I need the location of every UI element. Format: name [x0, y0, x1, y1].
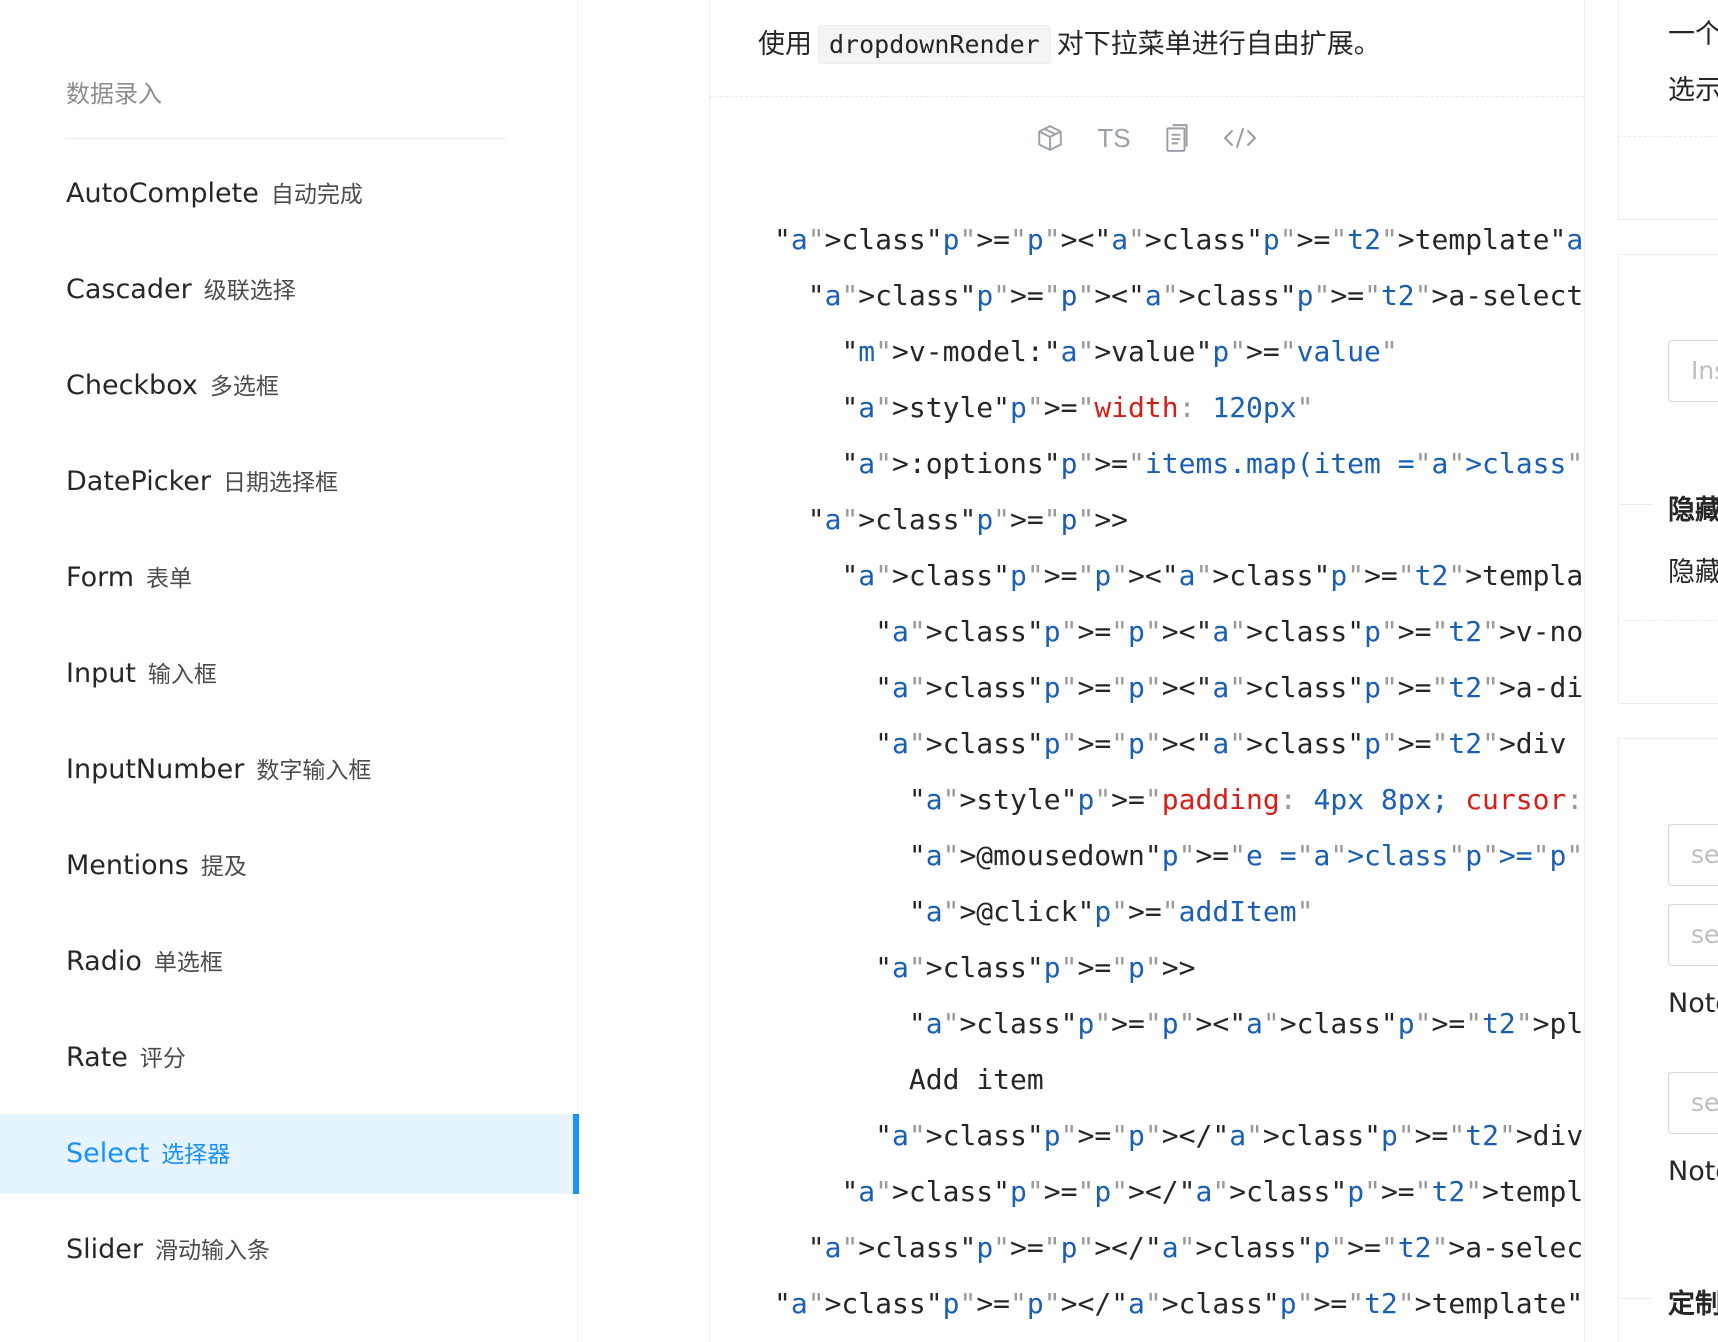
right-text-3: 隐藏	[1668, 557, 1718, 588]
right-select-1[interactable]: se	[1668, 824, 1718, 886]
right-note-1: Note	[1668, 988, 1718, 1019]
code-line: "a">class"p">="p"></"a">class"p">="t2">t…	[774, 1287, 1584, 1320]
typescript-toggle[interactable]: TS	[1097, 123, 1130, 154]
copy-icon[interactable]	[1165, 123, 1189, 153]
code-line: "a">class"p">="p"><"a">class"p">="t2">a-…	[875, 671, 1584, 704]
desc-text-before: 使用	[758, 29, 812, 60]
sidebar-item-label: Radio	[66, 946, 142, 977]
right-note-2: Note	[1668, 1156, 1718, 1187]
sidebar-item-label: DatePicker	[66, 466, 211, 497]
code-line: "a">class"p">="p"></"a">class"p">="t2">d…	[875, 1119, 1584, 1152]
sidebar-item-sublabel: 级联选择	[203, 278, 296, 304]
demo-description: 使用 dropdownRender 对下拉菜单进行自由扩展。	[758, 22, 1381, 64]
right-heading-2: 定制	[1668, 1289, 1718, 1320]
code-line: "a">class"p">="p"><"a">class"p">="t2">di…	[875, 727, 1567, 760]
code-line: "a">class"p">="p"><"a">class"p">="t2">pl…	[908, 1007, 1584, 1040]
code-line: Add item	[774, 1063, 1044, 1096]
right-dash-1	[1618, 136, 1718, 137]
right-section-line-2	[1618, 1298, 1652, 1299]
sidebar-item-radio[interactable]: Radio 单选框	[0, 922, 578, 1002]
sidebar-item-sublabel: 滑动输入条	[155, 1238, 270, 1264]
codesandbox-icon[interactable]	[1037, 124, 1063, 152]
sidebar-item-label: Slider	[66, 1234, 143, 1265]
sidebar-item-label: Form	[66, 562, 135, 593]
sidebar-item-form[interactable]: Form 表单	[0, 538, 578, 618]
right-text-1: 一个	[1668, 19, 1718, 50]
sidebar-item-sublabel: 提及	[200, 854, 247, 880]
desc-inline-code: dropdownRender	[818, 25, 1051, 64]
code-line: "a">class"p">="p"><"a">class"p">="t2">te…	[841, 559, 1584, 592]
sidebar-item-sublabel: 选择器	[161, 1142, 231, 1168]
sidebar-item-inputnumber[interactable]: InputNumber 数字输入框	[0, 730, 578, 810]
sidebar-item-mentions[interactable]: Mentions 提及	[0, 826, 578, 906]
sidebar-item-sublabel: 数字输入框	[256, 758, 372, 784]
code-line: "a">style"p">="padding: 4px 8px; cursor:…	[908, 783, 1584, 816]
demo-divider	[710, 96, 1584, 97]
code-line: "a">class"p">="p">>	[807, 503, 1129, 536]
code-line: "a">class"p">="p"></"a">class"p">="t2">t…	[841, 1175, 1584, 1208]
right-panel: 一个 选示 Ins 隐藏 隐藏 se se Note se Note 定制	[1618, 0, 1718, 1342]
sidebar-item-label: Select	[66, 1138, 150, 1169]
expand-code-icon[interactable]	[1223, 126, 1257, 150]
sidebar-item-cascader[interactable]: Cascader 级联选择	[0, 250, 578, 330]
sidebar-item-select[interactable]: Select 选择器	[0, 1114, 579, 1194]
code-line: "a">class"p">="p"><"a">class"p">="t2">v-…	[875, 615, 1584, 648]
sidebar-item-sublabel: 自动完成	[270, 182, 363, 208]
sidebar-item-sublabel: 评分	[139, 1046, 186, 1072]
sidebar-item-label: Cascader	[66, 274, 192, 305]
code-line: "a">class"p">="p"></"a">class"p">="t2">a…	[807, 1231, 1585, 1264]
sidebar-item-sublabel: 单选框	[153, 950, 223, 976]
right-dash-2	[1618, 620, 1718, 621]
right-select-2[interactable]: se	[1668, 904, 1718, 966]
sidebar-item-label: Checkbox	[66, 370, 198, 401]
code-line: "a">class"p">="p"><"a">class"p">="t2">a-…	[807, 279, 1584, 312]
sidebar-item-label: Rate	[66, 1042, 128, 1073]
sidebar-item-datepicker[interactable]: DatePicker 日期选择框	[0, 442, 578, 522]
sidebar-menu: AutoComplete 自动完成 Cascader 级联选择 Checkbox 多选框 D…	[0, 154, 579, 1306]
right-heading-1: 隐藏	[1668, 495, 1718, 526]
sidebar-item-autocomplete[interactable]: AutoComplete 自动完成	[0, 154, 578, 234]
right-input[interactable]: Ins	[1668, 340, 1718, 402]
sidebar-item-sublabel: 日期选择框	[222, 470, 338, 496]
code-line: "a">class"p">="p">>	[875, 951, 1196, 984]
menu-group-title: 数据录入	[66, 80, 162, 108]
sidebar-item-label: Mentions	[66, 850, 189, 881]
code-demo-card: 使用 dropdownRender 对下拉菜单进行自由扩展。 TS "a">cl…	[709, 0, 1585, 1342]
code-actions-bar: TS	[710, 118, 1584, 158]
right-section-line-1	[1618, 504, 1652, 505]
sidebar-item-label: InputNumber	[66, 754, 245, 785]
right-text-2: 选示	[1668, 75, 1718, 106]
code-line: "m">v-model:"a">value"p">="value"	[841, 335, 1398, 368]
sidebar-item-input[interactable]: Input 输入框	[0, 634, 578, 714]
desc-text-after: 对下拉菜单进行自由扩展。	[1056, 29, 1381, 60]
sidebar-item-sublabel: 表单	[146, 566, 193, 592]
code-line: "a">:options"p">="items.map(item ="a">cl…	[841, 447, 1584, 480]
sidebar-item-rate[interactable]: Rate 评分	[0, 1018, 578, 1098]
sidebar-item-label: AutoComplete	[66, 178, 259, 209]
sidebar-item-sublabel: 输入框	[147, 662, 217, 688]
sidebar-item-label: Input	[66, 658, 136, 689]
sidebar-item-checkbox[interactable]: Checkbox 多选框	[0, 346, 578, 426]
sidebar-item-slider[interactable]: Slider 滑动输入条	[0, 1210, 578, 1290]
code-line: "a">style"p">="width: 120px"	[841, 391, 1314, 424]
sidebar-item-sublabel: 多选框	[209, 374, 279, 400]
code-line: "a">@mousedown"p">="e ="a">class"p">="p"…	[908, 839, 1584, 872]
menu-group-divider	[66, 138, 506, 139]
code-block: "a">class"p">="p"><"a">class"p">="t2">te…	[774, 212, 1585, 1332]
sidebar: 数据录入 AutoComplete 自动完成 Cascader 级联选择 Checkbo…	[0, 0, 579, 1342]
right-card-2	[1618, 254, 1718, 704]
code-line: "a">@click"p">="addItem"	[908, 895, 1314, 928]
right-select-3[interactable]: se	[1668, 1072, 1718, 1134]
code-line: "a">class"p">="p"><"a">class"p">="t2">te…	[774, 223, 1584, 256]
